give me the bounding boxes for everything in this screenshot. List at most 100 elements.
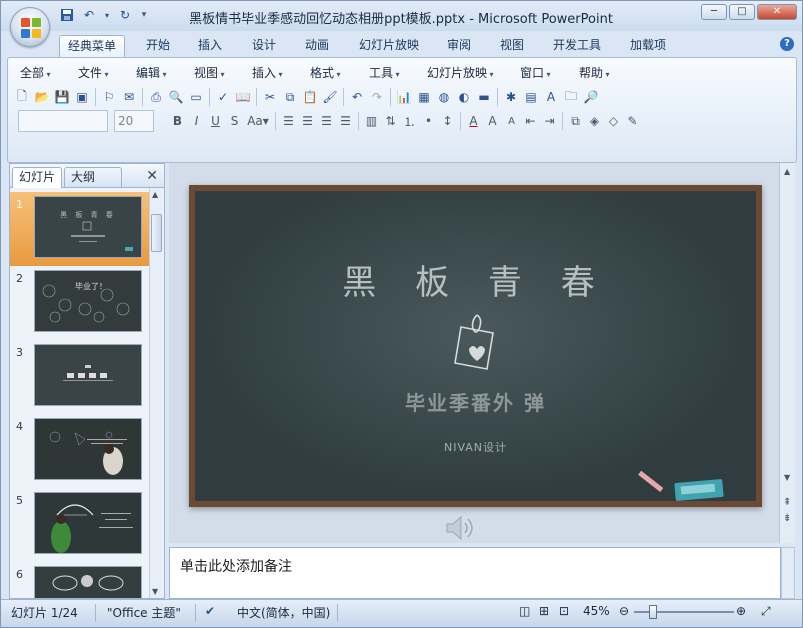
new-icon[interactable]: 🗋 bbox=[12, 87, 32, 107]
shadow-icon[interactable]: S bbox=[225, 111, 244, 131]
spell-check-icon[interactable]: ✔ bbox=[205, 604, 215, 618]
fit-to-window-icon[interactable]: ⤢ bbox=[761, 604, 771, 619]
change-case-icon[interactable]: Aa▾ bbox=[244, 111, 272, 131]
font-color-icon[interactable]: A bbox=[464, 111, 483, 131]
menu-tools[interactable]: 工具 bbox=[369, 64, 400, 81]
tab-review[interactable]: 审阅 bbox=[438, 35, 480, 57]
notes-placeholder[interactable]: 单击此处添加备注 bbox=[180, 556, 292, 576]
zoom-level[interactable]: 45% bbox=[583, 604, 610, 618]
bullets-icon[interactable]: • bbox=[419, 111, 438, 131]
increase-indent-icon[interactable]: ⇥ bbox=[540, 111, 559, 131]
font-size-select[interactable]: 20 bbox=[114, 110, 154, 132]
find-icon[interactable]: 🔎 bbox=[581, 87, 601, 107]
office-button[interactable] bbox=[10, 7, 50, 47]
next-slide-icon[interactable]: ⇟ bbox=[783, 513, 791, 524]
menu-all[interactable]: 全部 bbox=[20, 64, 51, 81]
language-indicator[interactable]: 中文(简体，中国) bbox=[237, 604, 330, 621]
research-icon[interactable]: 📖 bbox=[233, 87, 253, 107]
shape-fill-icon[interactable]: ◇ bbox=[604, 111, 623, 131]
menu-slideshow[interactable]: 幻灯片放映 bbox=[427, 64, 494, 81]
slide-thumbnail-5[interactable]: 5 bbox=[10, 488, 150, 562]
scroll-down-icon[interactable]: ▼ bbox=[152, 587, 158, 596]
menu-help[interactable]: 帮助 bbox=[579, 64, 610, 81]
menu-window[interactable]: 窗口 bbox=[520, 64, 551, 81]
insert-shape-icon[interactable]: ✱ bbox=[501, 87, 521, 107]
maximize-button[interactable]: □ bbox=[729, 4, 755, 20]
save-icon[interactable] bbox=[59, 7, 75, 23]
scroll-up-icon[interactable]: ▲ bbox=[152, 190, 158, 199]
close-panel-icon[interactable]: ✕ bbox=[146, 168, 158, 184]
slide-thumbnail-2[interactable]: 2 毕业了！ bbox=[10, 266, 150, 340]
save-icon[interactable]: 💾 bbox=[52, 87, 72, 107]
grow-font-icon[interactable]: A bbox=[483, 111, 502, 131]
web-icon[interactable]: ◍ bbox=[434, 87, 454, 107]
permission-icon[interactable]: ⚐ bbox=[99, 87, 119, 107]
shrink-font-icon[interactable]: A bbox=[502, 111, 521, 131]
menu-file[interactable]: 文件 bbox=[78, 64, 109, 81]
tab-design[interactable]: 设计 bbox=[243, 35, 285, 57]
tab-classic-menu[interactable]: 经典菜单 bbox=[59, 35, 125, 57]
font-name-select[interactable] bbox=[18, 110, 108, 132]
numbering-icon[interactable]: ⒈ bbox=[400, 111, 419, 131]
previous-slide-icon[interactable]: ⇞ bbox=[783, 497, 791, 508]
quick-styles-icon[interactable]: ◈ bbox=[585, 111, 604, 131]
zoom-slider-handle[interactable] bbox=[649, 605, 657, 619]
tab-slideshow[interactable]: 幻灯片放映 bbox=[351, 35, 427, 57]
text-direction-icon[interactable]: ⇅ bbox=[381, 111, 400, 131]
slide-thumbnail-6[interactable]: 6 bbox=[10, 562, 150, 598]
zoom-in-icon[interactable]: ⊕ bbox=[736, 604, 746, 618]
customize-qat-icon[interactable]: ▾ bbox=[139, 7, 149, 23]
decrease-indent-icon[interactable]: ⇤ bbox=[521, 111, 540, 131]
textbox-icon[interactable]: A bbox=[541, 87, 561, 107]
slide-thumbnail-1[interactable]: 1 黑 板 青 春 bbox=[10, 192, 150, 266]
slide-thumbnail-4[interactable]: 4 bbox=[10, 414, 150, 488]
notes-scrollbar[interactable] bbox=[781, 547, 795, 599]
slide-credit[interactable]: NIVAN设计 bbox=[195, 439, 756, 455]
shape-outline-icon[interactable]: ✎ bbox=[623, 111, 642, 131]
tab-home[interactable]: 开始 bbox=[137, 35, 179, 57]
menu-view[interactable]: 视图 bbox=[194, 64, 225, 81]
slide-scrollbar[interactable]: ▲ ▼ ⇞ ⇟ bbox=[779, 163, 795, 543]
folder-icon[interactable]: 🗀 bbox=[561, 87, 581, 107]
color-grayscale-icon[interactable]: ◐ bbox=[454, 87, 474, 107]
sound-icon[interactable] bbox=[443, 515, 477, 541]
cut-icon[interactable]: ✂ bbox=[260, 87, 280, 107]
notes-pane[interactable]: 单击此处添加备注 bbox=[169, 547, 781, 599]
slide-sorter-view-icon[interactable]: ⊞ bbox=[539, 604, 549, 618]
tab-slides[interactable]: 幻灯片 bbox=[12, 167, 63, 188]
underline-icon[interactable]: U bbox=[206, 111, 225, 131]
scrollbar-thumb[interactable] bbox=[151, 214, 162, 252]
email-icon[interactable]: ✉ bbox=[119, 87, 139, 107]
chart-icon[interactable]: 📊 bbox=[394, 87, 414, 107]
tab-view[interactable]: 视图 bbox=[491, 35, 533, 57]
undo-dropdown-icon[interactable]: ▾ bbox=[103, 7, 111, 23]
arrange-icon[interactable]: ⧉ bbox=[566, 111, 585, 131]
table-icon[interactable]: ▦ bbox=[414, 87, 434, 107]
tab-insert[interactable]: 插入 bbox=[189, 35, 231, 57]
slides-panel-scrollbar[interactable]: ▲ ▼ bbox=[149, 188, 163, 598]
undo-icon[interactable]: ↶ bbox=[81, 7, 97, 23]
italic-icon[interactable]: I bbox=[187, 111, 206, 131]
justify-icon[interactable]: ☰ bbox=[336, 111, 355, 131]
tab-outline[interactable]: 大纲 bbox=[64, 167, 122, 188]
help-icon[interactable]: ? bbox=[780, 37, 794, 51]
design-icon[interactable]: ▤ bbox=[521, 87, 541, 107]
undo-icon[interactable]: ↶ bbox=[347, 87, 367, 107]
publish-icon[interactable]: ▣ bbox=[72, 87, 92, 107]
slide-layout-icon[interactable]: ▭ bbox=[186, 87, 206, 107]
menu-insert[interactable]: 插入 bbox=[252, 64, 283, 81]
new-slide-icon[interactable]: ▬ bbox=[474, 87, 494, 107]
print-preview-icon[interactable]: 🔍 bbox=[166, 87, 186, 107]
spelling-icon[interactable]: ✓ bbox=[213, 87, 233, 107]
slide-subtitle[interactable]: 毕业季番外 弹 bbox=[195, 387, 756, 416]
normal-view-icon[interactable]: ◫ bbox=[519, 604, 530, 618]
bold-icon[interactable]: B bbox=[168, 111, 187, 131]
close-button[interactable]: ✕ bbox=[757, 4, 797, 20]
open-icon[interactable]: 📂 bbox=[32, 87, 52, 107]
minimize-button[interactable]: ─ bbox=[701, 4, 727, 20]
slide-canvas[interactable]: 黑 板 青 春 毕业季番外 弹 NIVAN设计 bbox=[189, 185, 762, 507]
format-painter-icon[interactable]: 🖌 bbox=[320, 87, 340, 107]
slide-title[interactable]: 黑 板 青 春 bbox=[195, 255, 756, 304]
menu-format[interactable]: 格式 bbox=[310, 64, 341, 81]
menu-edit[interactable]: 编辑 bbox=[136, 64, 167, 81]
